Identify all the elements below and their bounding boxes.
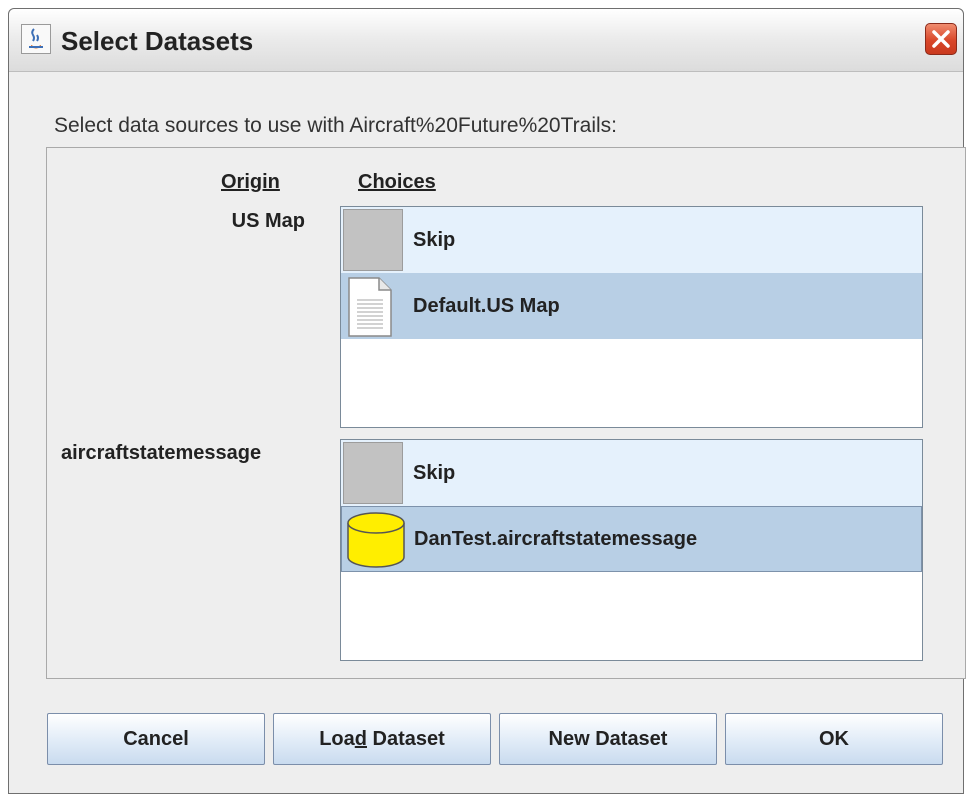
- origin-label-aircraftstatemessage: aircraftstatemessage: [61, 442, 262, 464]
- skip-box-icon: [343, 208, 403, 272]
- choices-header: Choices: [358, 171, 436, 193]
- load-dataset-button[interactable]: Loa d Dataset: [273, 713, 491, 765]
- document-icon: [343, 274, 403, 338]
- close-button[interactable]: [925, 23, 957, 55]
- load-label-prefix: Loa: [319, 727, 355, 750]
- ok-button[interactable]: OK: [725, 713, 943, 765]
- java-coffee-icon: [21, 24, 51, 54]
- instruction-text: Select data sources to use with Aircraft…: [54, 114, 617, 137]
- close-x-icon: [932, 30, 950, 48]
- choice-label: Default.US Map: [413, 294, 560, 317]
- origin-label-us-map: US Map: [231, 210, 305, 232]
- choice-label: Skip: [413, 461, 456, 484]
- choice-skip-aircraftstatemessage[interactable]: Skip: [341, 440, 922, 506]
- choice-skip-us-map[interactable]: Skip: [341, 207, 922, 273]
- choice-label: DanTest.aircraftstatemessage: [414, 527, 698, 550]
- choice-dantest-aircraftstatemessage[interactable]: DanTest.aircraftstatemessage: [341, 506, 922, 572]
- select-datasets-dialog: Select Datasets Select data sources to u…: [8, 8, 966, 794]
- origin-header: Origin: [221, 171, 280, 193]
- window-title: Select Datasets: [61, 26, 254, 56]
- new-dataset-button[interactable]: New Dataset: [499, 713, 717, 765]
- choice-default-us-map[interactable]: Default.US Map: [341, 273, 922, 339]
- cancel-button[interactable]: Cancel: [47, 713, 265, 765]
- load-label-mnemonic: d: [354, 727, 367, 750]
- database-icon: [344, 507, 405, 571]
- choice-label: Skip: [413, 228, 456, 251]
- skip-box-icon: [343, 441, 403, 505]
- datasets-panel: Origin Choices US Map Skip Default.US Ma…: [46, 147, 966, 679]
- choices-list-aircraftstatemessage[interactable]: Skip DanTest.aircraftstatemessage: [340, 439, 923, 661]
- title-bar[interactable]: Select Datasets: [9, 9, 963, 72]
- choices-list-us-map[interactable]: Skip Default.US Map: [340, 206, 923, 428]
- load-label-suffix: Dataset: [366, 727, 445, 750]
